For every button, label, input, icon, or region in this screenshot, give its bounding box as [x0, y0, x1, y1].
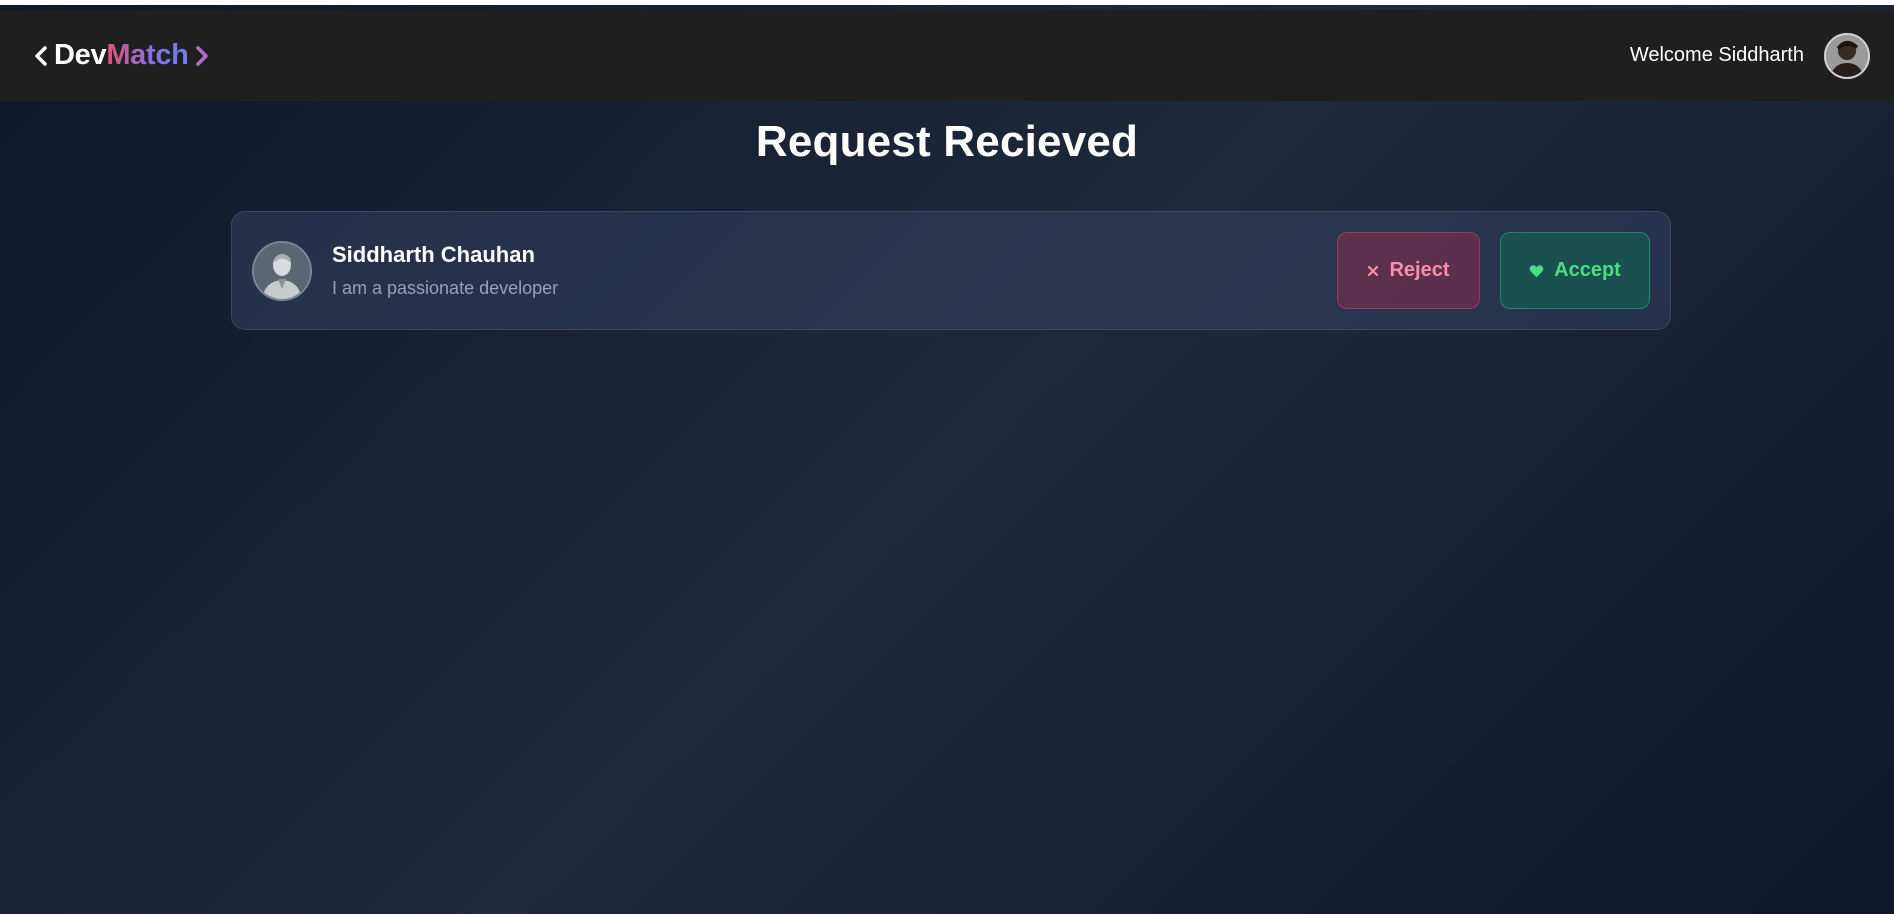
heart-icon [1529, 264, 1544, 278]
page-background: Dev Match Welcome Siddharth Request Recie… [0, 0, 1894, 914]
accept-button[interactable]: Accept [1500, 232, 1650, 309]
request-card: Siddharth Chauhan I am a passionate deve… [231, 211, 1671, 330]
chevron-left-icon [34, 45, 48, 67]
reject-button[interactable]: Reject [1337, 232, 1480, 309]
chevron-right-icon [195, 45, 209, 67]
brand-name-part2: Match [106, 39, 189, 71]
request-avatar [252, 240, 312, 301]
request-info: Siddharth Chauhan I am a passionate deve… [332, 242, 558, 299]
welcome-text: Welcome Siddharth [1629, 44, 1804, 66]
user-menu: Welcome Siddharth [1629, 32, 1870, 79]
user-avatar[interactable] [1824, 32, 1870, 79]
accept-label: Accept [1554, 259, 1621, 281]
page-title: Request Recieved [755, 117, 1139, 166]
request-actions: Reject Accept [1337, 232, 1650, 309]
navbar: Dev Match Welcome Siddharth [0, 10, 1894, 101]
brand-name: Dev Match [54, 39, 189, 72]
reject-label: Reject [1389, 259, 1450, 281]
brand-name-part1: Dev [54, 39, 107, 71]
request-name: Siddharth Chauhan [332, 242, 535, 267]
brand-logo[interactable]: Dev Match [34, 39, 209, 72]
request-bio: I am a passionate developer [332, 278, 559, 298]
close-icon [1367, 265, 1379, 277]
